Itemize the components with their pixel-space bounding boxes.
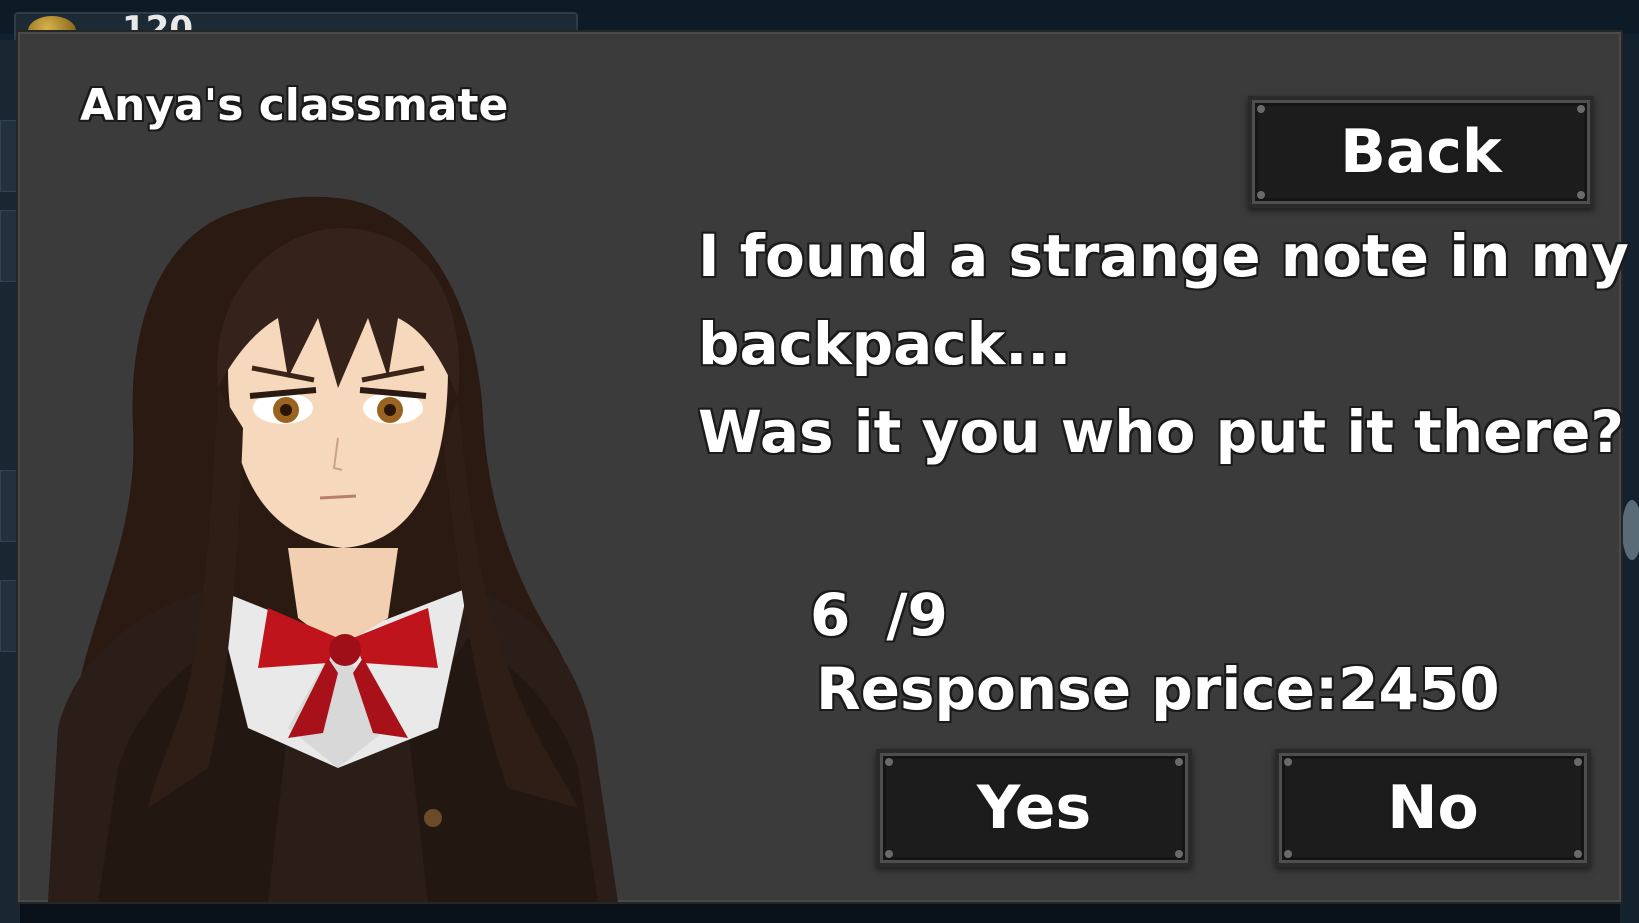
rivet-icon bbox=[1574, 850, 1582, 858]
response-price: Response price:2450 bbox=[816, 654, 1500, 724]
character-portrait bbox=[48, 196, 618, 902]
rivet-icon bbox=[885, 758, 893, 766]
rivet-icon bbox=[1577, 105, 1585, 113]
message-line: backpack... bbox=[698, 310, 1072, 378]
background-slot bbox=[0, 580, 20, 652]
counter-total: /9 bbox=[886, 581, 948, 649]
background-right-panel bbox=[1620, 40, 1639, 923]
rivet-icon bbox=[1257, 105, 1265, 113]
background-slot bbox=[0, 120, 20, 192]
speaker-name: Anya's classmate bbox=[80, 80, 509, 131]
background-slot bbox=[0, 210, 20, 282]
back-button[interactable]: Back bbox=[1248, 96, 1594, 208]
rivet-icon bbox=[1257, 191, 1265, 199]
rivet-icon bbox=[1577, 191, 1585, 199]
background-knob-icon bbox=[1622, 500, 1639, 560]
rivet-icon bbox=[1284, 758, 1292, 766]
game-screen: 120 Anya's classmate Back I found a stra… bbox=[0, 0, 1639, 923]
rivet-icon bbox=[885, 850, 893, 858]
rivet-icon bbox=[1175, 758, 1183, 766]
rivet-icon bbox=[1175, 850, 1183, 858]
price-label: Response price: bbox=[816, 655, 1339, 723]
yes-button-label: Yes bbox=[976, 773, 1092, 843]
message-line: Was it you who put it there? bbox=[698, 398, 1625, 466]
no-button[interactable]: No bbox=[1275, 749, 1591, 867]
background-left-panel bbox=[0, 40, 20, 923]
no-button-label: No bbox=[1387, 773, 1479, 843]
back-button-label: Back bbox=[1340, 117, 1502, 187]
price-value: 2450 bbox=[1338, 655, 1500, 723]
message-line: I found a strange note in my bbox=[698, 222, 1629, 290]
dialog-message: I found a strange note in my backpack...… bbox=[698, 212, 1629, 476]
background-slot bbox=[0, 470, 20, 542]
rivet-icon bbox=[1574, 758, 1582, 766]
yes-button[interactable]: Yes bbox=[876, 749, 1192, 867]
rivet-icon bbox=[1284, 850, 1292, 858]
counter-current: 6 bbox=[810, 581, 851, 649]
question-counter: 6/9 bbox=[810, 580, 948, 650]
